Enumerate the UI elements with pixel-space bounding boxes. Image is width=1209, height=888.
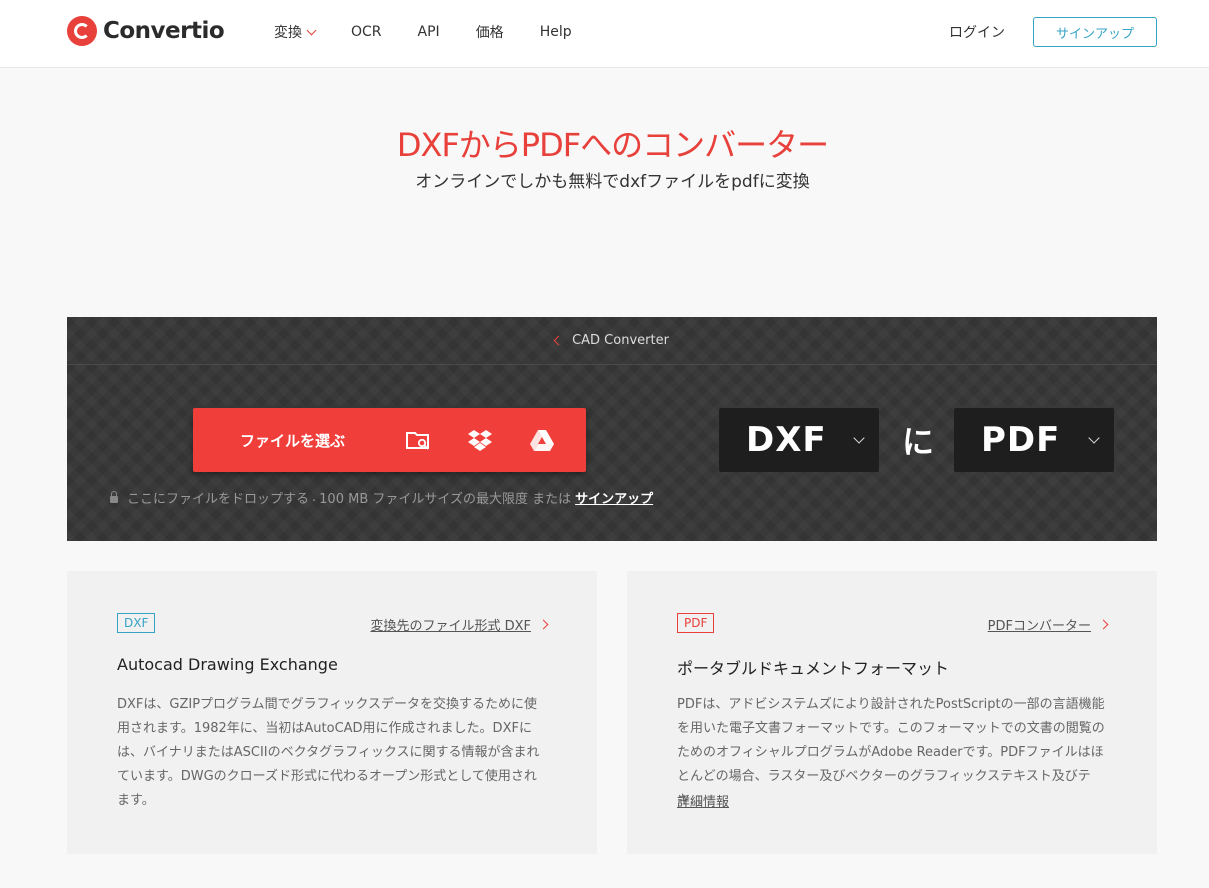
chevron-down-icon: [1088, 432, 1100, 444]
main-nav: 変換 OCR API 価格 Help: [274, 22, 608, 42]
more-info-link[interactable]: 詳細情報: [677, 791, 729, 810]
pdf-description: PDFは、アドビシステムズにより設計されたPostScriptの一部の言語機能を…: [677, 697, 1105, 808]
dxf-description: DXFは、GZIPプログラム間でグラフィックスデータを交換するために使用されます…: [117, 697, 540, 808]
breadcrumb-label: CAD Converter: [572, 333, 669, 348]
dxf-info-card: DXF 変換先のファイル形式 DXF Autocad Drawing Excha…: [67, 571, 597, 854]
to-format-label: PDF: [981, 420, 1061, 460]
drop-text: ここにファイルをドロップする: [127, 492, 310, 507]
convertio-logo[interactable]: Convertio: [67, 16, 225, 46]
converter-panel: CAD Converter ファイルを選ぶ ここにファイルをドロップする. 10…: [67, 317, 1157, 541]
chevron-down-icon: [853, 432, 865, 444]
folder-search-icon[interactable]: [405, 427, 431, 453]
nav-ocr[interactable]: OCR: [351, 22, 382, 42]
nav-help[interactable]: Help: [540, 22, 572, 42]
chevron-down-icon: [306, 25, 317, 35]
dxf-converter-link-label[interactable]: 変換先のファイル形式 DXF: [370, 615, 531, 634]
pdf-converter-link-label[interactable]: PDFコンバーター: [988, 615, 1091, 634]
dxf-title: Autocad Drawing Exchange: [117, 655, 338, 674]
size-limit-text: 100 MB ファイルサイズの最大限度 または: [319, 492, 572, 507]
drop-note: ここにファイルをドロップする. 100 MB ファイルサイズの最大限度 または …: [110, 488, 653, 507]
choose-files-button[interactable]: ファイルを選ぶ: [193, 408, 586, 472]
pdf-title: ポータブルドキュメントフォーマット: [677, 659, 950, 678]
to-word: に: [902, 423, 935, 461]
pdf-badge: PDF: [677, 613, 715, 633]
breadcrumb[interactable]: CAD Converter: [67, 317, 1157, 365]
dropbox-icon[interactable]: [467, 427, 493, 453]
logo-text: Convertio: [103, 18, 225, 44]
nav-api[interactable]: API: [418, 22, 440, 42]
choose-files-label[interactable]: ファイルを選ぶ: [240, 430, 345, 451]
chevron-right-icon: [538, 619, 549, 630]
dxf-badge: DXF: [117, 613, 156, 633]
logo-icon: [67, 16, 97, 46]
page-title: DXFからPDFへのコンバーター: [396, 126, 829, 164]
to-format-select[interactable]: PDF: [954, 408, 1114, 472]
nav-convert[interactable]: 変換: [274, 22, 317, 42]
nav-pricing[interactable]: 価格: [476, 22, 504, 42]
google-drive-icon[interactable]: [529, 427, 555, 453]
pdf-converter-link[interactable]: PDFコンバーター: [988, 615, 1109, 634]
lock-icon: [110, 491, 118, 503]
from-format-select[interactable]: DXF: [719, 408, 879, 472]
signup-button[interactable]: サインアップ: [1033, 17, 1157, 47]
nav-convert-label: 変換: [274, 25, 302, 41]
top-header: Convertio 変換 OCR API 価格 Help ログイン サインアップ: [0, 0, 1209, 68]
dxf-converter-link[interactable]: 変換先のファイル形式 DXF: [370, 615, 549, 634]
chevron-left-icon: [553, 335, 564, 346]
pdf-info-card: PDF PDFコンバーター ポータブルドキュメントフォーマット PDFは、アドビ…: [627, 571, 1157, 854]
from-format-label: DXF: [746, 420, 827, 460]
drop-signup-link[interactable]: サインアップ: [575, 488, 653, 507]
chevron-right-icon: [1098, 619, 1109, 630]
login-link[interactable]: ログイン: [949, 22, 1005, 42]
page-subtitle: オンラインでしかも無料でdxfファイルをpdfに変換: [415, 172, 810, 192]
